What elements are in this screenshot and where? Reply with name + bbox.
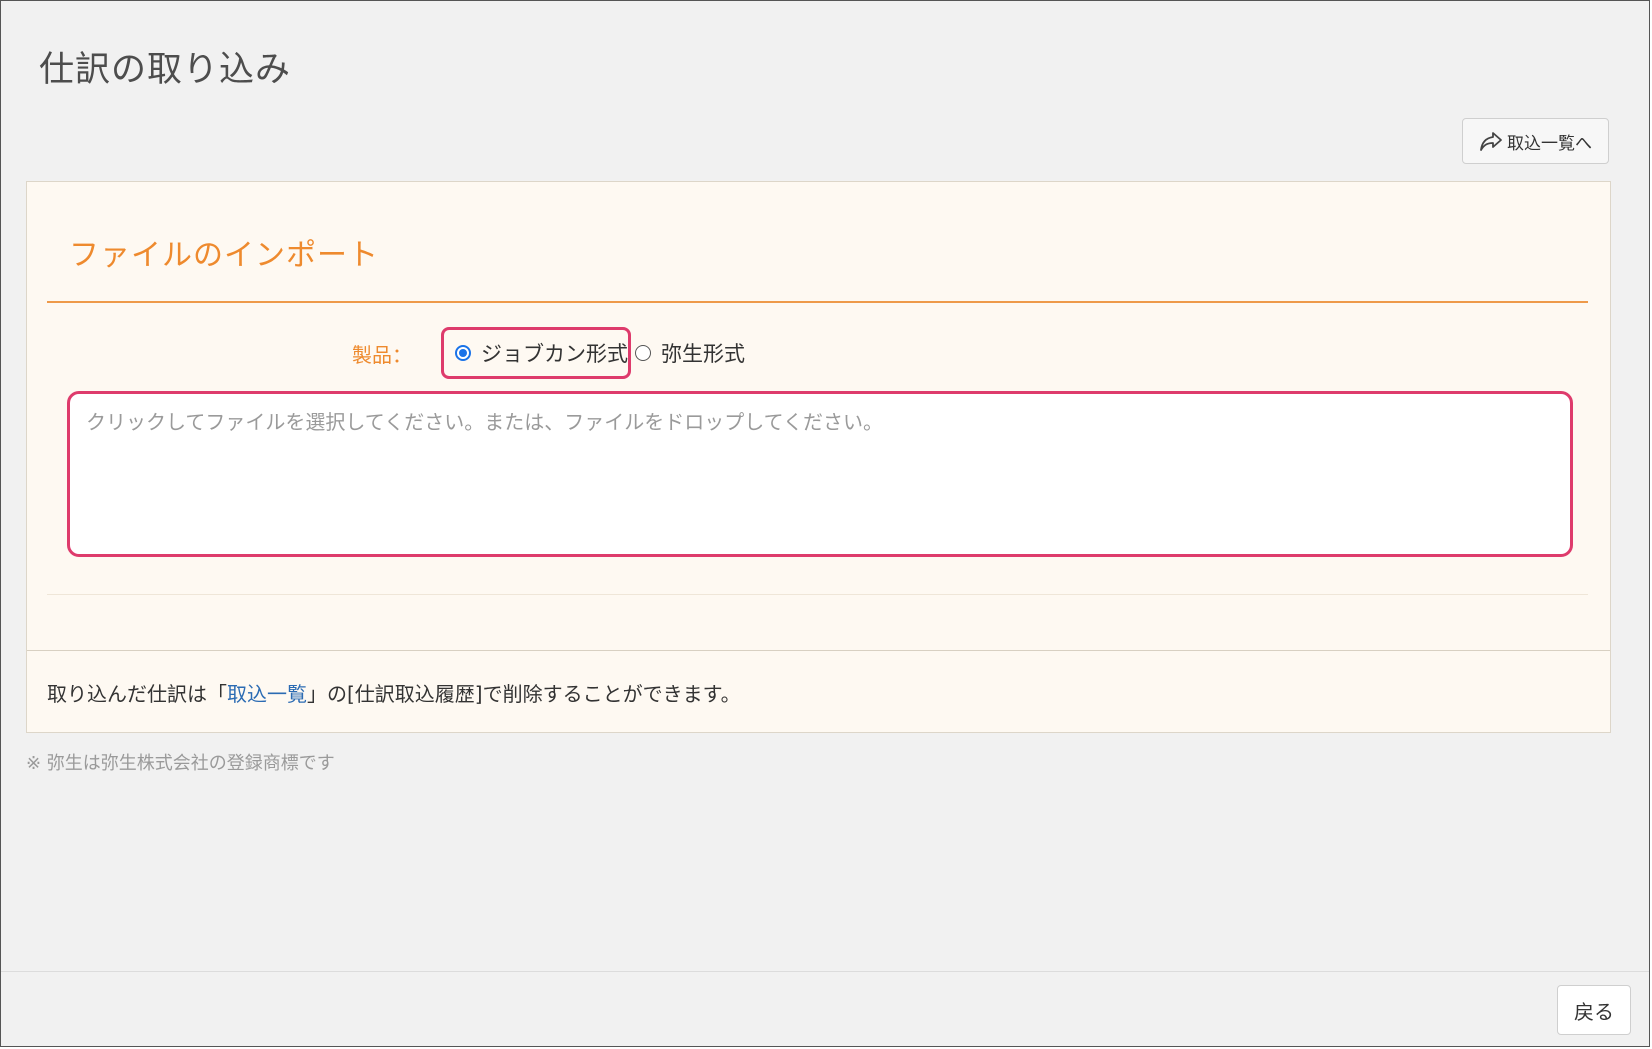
- radio-yayoi-format[interactable]: 弥生形式: [635, 338, 745, 368]
- delete-note-suffix: 」の[仕訳取込履歴]で削除することができます。: [307, 682, 741, 706]
- radio-button-checked[interactable]: [455, 345, 471, 361]
- import-panel: ファイルのインポート 製品： ジョブカン形式 弥生形式 クリックしてファイルを選…: [26, 181, 1611, 733]
- section-title: ファイルのインポート: [69, 238, 379, 273]
- section-divider: [47, 301, 1588, 303]
- delete-note-prefix: 取り込んだ仕訳は「: [47, 682, 227, 706]
- import-list-link[interactable]: 取込一覧: [227, 682, 307, 706]
- radio-jobcan-format[interactable]: ジョブカン形式: [455, 338, 628, 368]
- radio-jobcan-label: ジョブカン形式: [481, 342, 628, 366]
- import-list-button[interactable]: 取込一覧へ: [1462, 118, 1609, 164]
- dropzone-placeholder: クリックしてファイルを選択してください。または、ファイルをドロップしてください。: [86, 410, 883, 434]
- delete-note: 取り込んだ仕訳は「取込一覧」の[仕訳取込履歴]で削除することができます。: [47, 678, 741, 707]
- back-button[interactable]: 戻る: [1557, 985, 1631, 1035]
- share-arrow-icon: [1480, 132, 1502, 151]
- bottom-bar-divider: [1, 971, 1649, 972]
- radio-yayoi-label: 弥生形式: [661, 342, 745, 366]
- app-window: 仕訳の取り込み 取込一覧へ ファイルのインポート 製品： ジョブカン形式 弥生形…: [0, 0, 1650, 1047]
- panel-footer-divider: [27, 650, 1610, 651]
- trademark-note: ※ 弥生は弥生株式会社の登録商標です: [26, 753, 335, 774]
- import-list-button-label: 取込一覧へ: [1507, 133, 1592, 154]
- product-label: 製品：: [352, 343, 412, 367]
- file-dropzone[interactable]: クリックしてファイルを選択してください。または、ファイルをドロップしてください。: [67, 391, 1573, 557]
- inner-divider: [47, 594, 1588, 595]
- radio-button-unchecked[interactable]: [635, 345, 651, 361]
- page-title: 仕訳の取り込み: [39, 50, 292, 90]
